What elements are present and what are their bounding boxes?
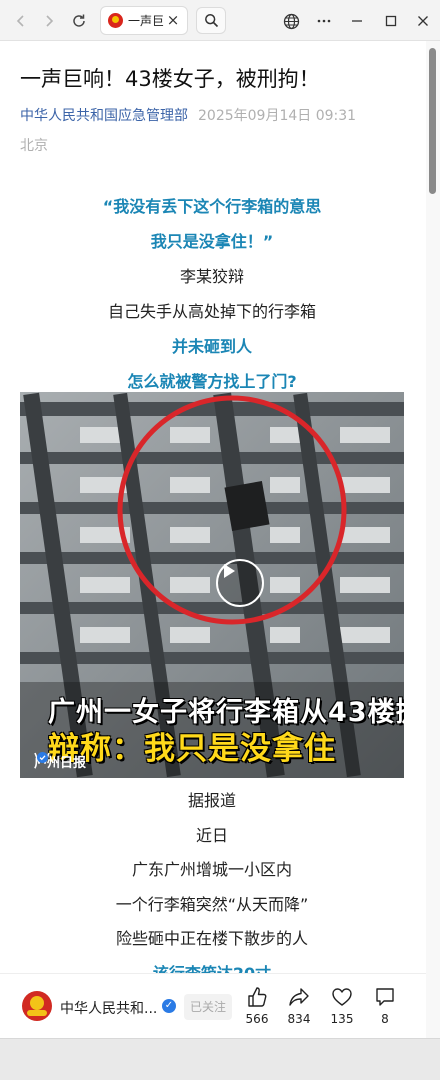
reload-icon [73, 14, 85, 27]
share-button[interactable]: 834 [279, 986, 319, 1030]
article-line: 并未砸到人 [171, 337, 252, 356]
scrollbar-thumb[interactable] [429, 48, 436, 194]
heart-icon [332, 988, 352, 1006]
article-line: 自己失手从高处掉下的行李箱 [107, 302, 316, 321]
more-dots-icon [317, 19, 331, 23]
window-bottom-strip [0, 1038, 440, 1080]
comment-count: 8 [381, 1012, 389, 1026]
article-line: 李某狡辩 [179, 267, 244, 286]
forward-arrow-icon [46, 15, 54, 27]
article-line: 险些砸中正在楼下散步的人 [115, 929, 308, 948]
like-button[interactable]: 566 [237, 986, 277, 1030]
more-menu-button[interactable] [311, 8, 337, 34]
article-line: 该行李箱达20寸 [152, 963, 272, 974]
minimize-button[interactable] [344, 8, 370, 34]
verified-icon: ✓ [162, 999, 176, 1013]
video-player[interactable]: 广州一女子将行李箱从43楼抛下 辩称：我只是没拿住 广州日报 [20, 392, 404, 778]
article-line: 据报道 [187, 791, 236, 810]
tab-title: 一声巨 [128, 14, 165, 28]
search-button[interactable] [196, 7, 226, 34]
search-icon [204, 14, 218, 28]
article-line: “我没有丢下这个行李箱的意思 [102, 197, 322, 216]
thumbs-up-icon [248, 987, 267, 1007]
article-title: 一声巨响！43楼女子，被刑拘！ [20, 67, 320, 91]
maximize-icon [385, 15, 397, 27]
share-arrow-icon [289, 988, 309, 1006]
play-button[interactable] [216, 559, 264, 607]
article-source-link[interactable]: 中华人民共和国应急管理部 [20, 108, 188, 124]
article-line: 一个行李箱突然“从天而降” [115, 894, 309, 914]
article-line: 近日 [195, 825, 228, 845]
globe-icon [283, 13, 299, 29]
favorite-button[interactable]: 135 [322, 986, 362, 1030]
article-body: 一声巨响！43楼女子，被刑拘！ 中华人民共和国应急管理部 2025年09月14日 … [0, 41, 426, 973]
like-count: 566 [245, 1012, 269, 1026]
account-name[interactable]: 中华人民共和... [60, 998, 160, 1018]
article-line: 我只是没拿住！” [150, 232, 274, 251]
article-meta: 中华人民共和国应急管理部 2025年09月14日 09:31 [20, 105, 356, 125]
account-avatar[interactable] [22, 991, 52, 1021]
play-icon [224, 564, 235, 578]
article-line: 怎么就被警方找上了门? [127, 372, 297, 391]
follow-button[interactable]: 已关注 [184, 994, 232, 1020]
back-button[interactable] [8, 8, 34, 34]
article-line: 广东广州增城一小区内 [131, 860, 292, 879]
article-location: 北京 [20, 138, 48, 154]
minimize-icon [352, 20, 362, 22]
share-count: 834 [287, 1012, 311, 1026]
favorite-count: 135 [330, 1012, 354, 1026]
browser-toolbar: 一声巨 × [0, 0, 440, 41]
back-arrow-icon [16, 15, 24, 27]
emblem-favicon-icon [108, 13, 123, 28]
article-date: 2025年09月14日 09:31 [198, 108, 357, 124]
comment-button[interactable]: 8 [365, 986, 405, 1030]
browser-tab[interactable]: 一声巨 × [100, 6, 188, 35]
maximize-button[interactable] [378, 8, 404, 34]
forward-button[interactable] [36, 8, 62, 34]
close-window-button[interactable] [410, 8, 436, 34]
reload-button[interactable] [66, 8, 92, 34]
article-action-bar: 中华人民共和... ✓ 已关注 566 834 135 8 [0, 973, 426, 1038]
suitcase-figure [224, 481, 270, 531]
video-caption-line2: 辩称：我只是没拿住 [48, 731, 336, 767]
tab-close-icon[interactable]: × [165, 12, 181, 28]
comment-bubble-icon [376, 988, 394, 1006]
translate-button[interactable] [278, 8, 304, 34]
video-brand: 广州日报 [34, 752, 86, 771]
close-icon [418, 16, 428, 26]
verified-badge-icon [37, 752, 48, 763]
